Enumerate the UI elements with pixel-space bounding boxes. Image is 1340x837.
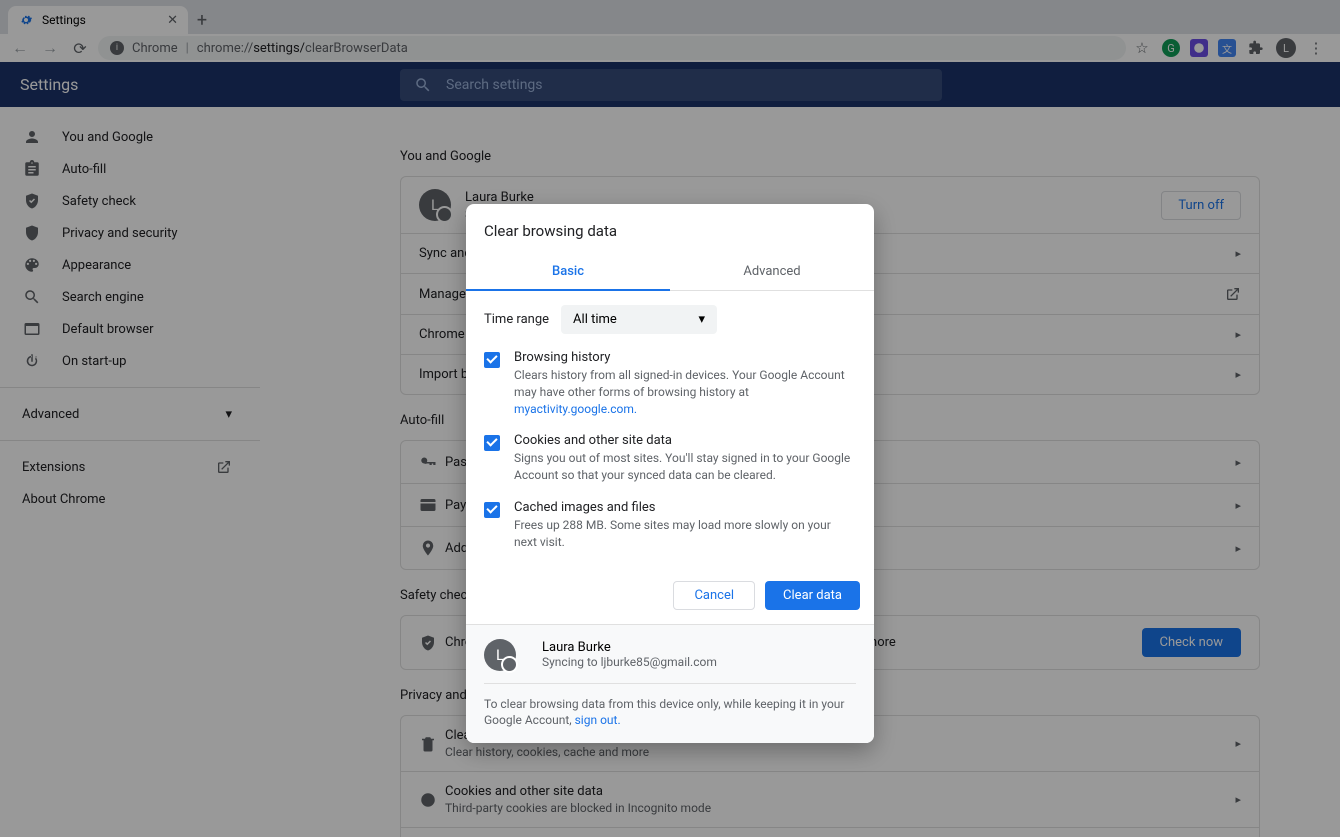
check-cookies: Cookies and other site data Signs you ou… [484, 433, 856, 484]
sign-out-link[interactable]: sign out. [575, 713, 621, 727]
dialog-body: Time range All time ▾ Browsing history C… [466, 291, 874, 571]
checkbox[interactable] [484, 502, 500, 518]
time-range-row: Time range All time ▾ [484, 305, 856, 334]
check-desc: Frees up 288 MB. Some sites may load mor… [514, 517, 856, 551]
dialog-actions: Cancel Clear data [466, 571, 874, 624]
footer-text: To clear browsing data from this device … [484, 683, 856, 730]
footer-sync: Syncing to ljburke85@gmail.com [542, 655, 717, 669]
clear-data-button[interactable]: Clear data [765, 581, 860, 610]
time-range-label: Time range [484, 312, 549, 327]
dialog-title: Clear browsing data [466, 204, 874, 254]
check-desc: Clears history from all signed-in device… [514, 367, 856, 417]
check-title: Cached images and files [514, 500, 856, 515]
chevron-down-icon: ▾ [699, 312, 706, 327]
check-browsing-history: Browsing history Clears history from all… [484, 350, 856, 417]
tab-basic[interactable]: Basic [466, 254, 670, 291]
check-cache: Cached images and files Frees up 288 MB.… [484, 500, 856, 551]
clear-data-dialog: Clear browsing data Basic Advanced Time … [466, 204, 874, 743]
check-desc: Signs you out of most sites. You'll stay… [514, 450, 856, 484]
checkbox[interactable] [484, 352, 500, 368]
myactivity-link[interactable]: myactivity.google.com. [514, 402, 637, 416]
cancel-button[interactable]: Cancel [673, 581, 755, 610]
checkbox[interactable] [484, 435, 500, 451]
time-range-select[interactable]: All time ▾ [561, 305, 717, 334]
footer-user-name: Laura Burke [542, 640, 717, 655]
footer-user: L Laura Burke Syncing to ljburke85@gmail… [484, 639, 856, 671]
tab-advanced[interactable]: Advanced [670, 254, 874, 290]
dialog-footer: L Laura Burke Syncing to ljburke85@gmail… [466, 624, 874, 744]
check-title: Cookies and other site data [514, 433, 856, 448]
check-title: Browsing history [514, 350, 856, 365]
dialog-tabs: Basic Advanced [466, 254, 874, 291]
avatar: L [484, 639, 516, 671]
